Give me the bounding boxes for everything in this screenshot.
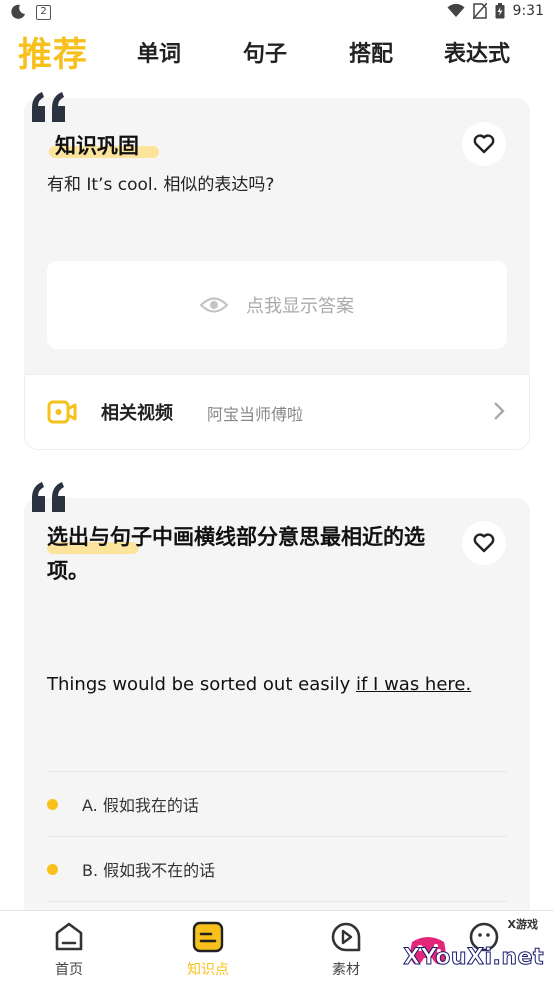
tab-recommend[interactable]: 推荐 [18, 30, 88, 80]
card-title-text: 知识巩固 [55, 134, 139, 158]
no-sim-icon [472, 3, 487, 19]
battery-icon [495, 3, 505, 19]
tab-sentences[interactable]: 句子 [243, 30, 287, 80]
watermark-text: XYouXi.net [403, 945, 544, 971]
status-bar: 2 9:31 [0, 0, 554, 26]
nav-knowledge[interactable]: 知识点 [168, 911, 248, 986]
option-bullet [47, 798, 58, 810]
card-title: 知识巩固 [49, 130, 159, 160]
quote-icon [32, 92, 65, 122]
question-text: 有和 It’s cool. 相似的表达吗? [47, 175, 275, 195]
nav-knowledge-label: 知识点 [187, 962, 229, 978]
favorite-button[interactable] [462, 521, 506, 565]
sentence-underlined: if I was here. [355, 674, 472, 695]
home-icon [55, 922, 83, 951]
heart-icon [473, 134, 495, 154]
watermark-small-text: X游戏 [507, 918, 538, 931]
favorite-button[interactable] [462, 122, 506, 166]
nav-home-label: 首页 [55, 962, 83, 978]
option-bullet [47, 863, 58, 875]
quiz-sentence: Things would be sorted out easily if I w… [47, 674, 471, 695]
nav-materials-label: 素材 [332, 962, 360, 978]
chevron-right-icon [494, 402, 505, 420]
status-time: 9:31 [512, 3, 544, 19]
quote-icon [32, 482, 65, 512]
sim-icon: 2 [36, 4, 51, 20]
top-tabs: 推荐 单词 句子 搭配 表达式 [0, 30, 554, 80]
bottom-nav: 首页 知识点 素材 X游戏 XYouXi.net [0, 910, 554, 986]
quiz-title-text: 选出与句子中画横线部分意思最相近的选项。 [47, 525, 425, 583]
watermark-logo: X游戏 XYouXi.net [388, 914, 548, 974]
wifi-icon [447, 4, 465, 17]
show-answer-label: 点我显示答案 [246, 296, 354, 317]
moon-icon [11, 4, 25, 19]
related-video-label: 相关视频 [101, 403, 173, 424]
quiz-title: 选出与句子中画横线部分意思最相近的选项。 [47, 520, 447, 588]
notes-icon [192, 921, 224, 953]
nav-materials[interactable]: 素材 [306, 911, 386, 986]
tab-expressions[interactable]: 表达式 [444, 30, 510, 80]
tab-collocations[interactable]: 搭配 [349, 30, 393, 80]
show-answer-button[interactable]: 点我显示答案 [47, 261, 507, 349]
option-b[interactable]: B. 假如我不在的话 [47, 837, 507, 901]
video-author: 阿宝当师傅啦 [207, 405, 304, 424]
tab-words[interactable]: 单词 [137, 30, 181, 80]
play-circle-icon [331, 922, 361, 952]
video-icon [47, 400, 77, 424]
related-video-row[interactable]: 相关视频 阿宝当师傅啦 [24, 374, 530, 450]
knowledge-card: 知识巩固 有和 It’s cool. 相似的表达吗? 点我显示答案 相关视频 阿… [24, 98, 530, 450]
heart-icon [473, 533, 495, 553]
divider [47, 901, 507, 902]
option-a[interactable]: A. 假如我在的话 [47, 772, 507, 836]
option-label: A. 假如我在的话 [82, 796, 199, 815]
sentence-text: Things would be sorted out easily [47, 674, 356, 695]
eye-icon [200, 297, 228, 313]
nav-home[interactable]: 首页 [29, 911, 109, 986]
option-label: B. 假如我不在的话 [82, 861, 216, 880]
quiz-card: 选出与句子中画横线部分意思最相近的选项。 Things would be sor… [24, 498, 530, 918]
